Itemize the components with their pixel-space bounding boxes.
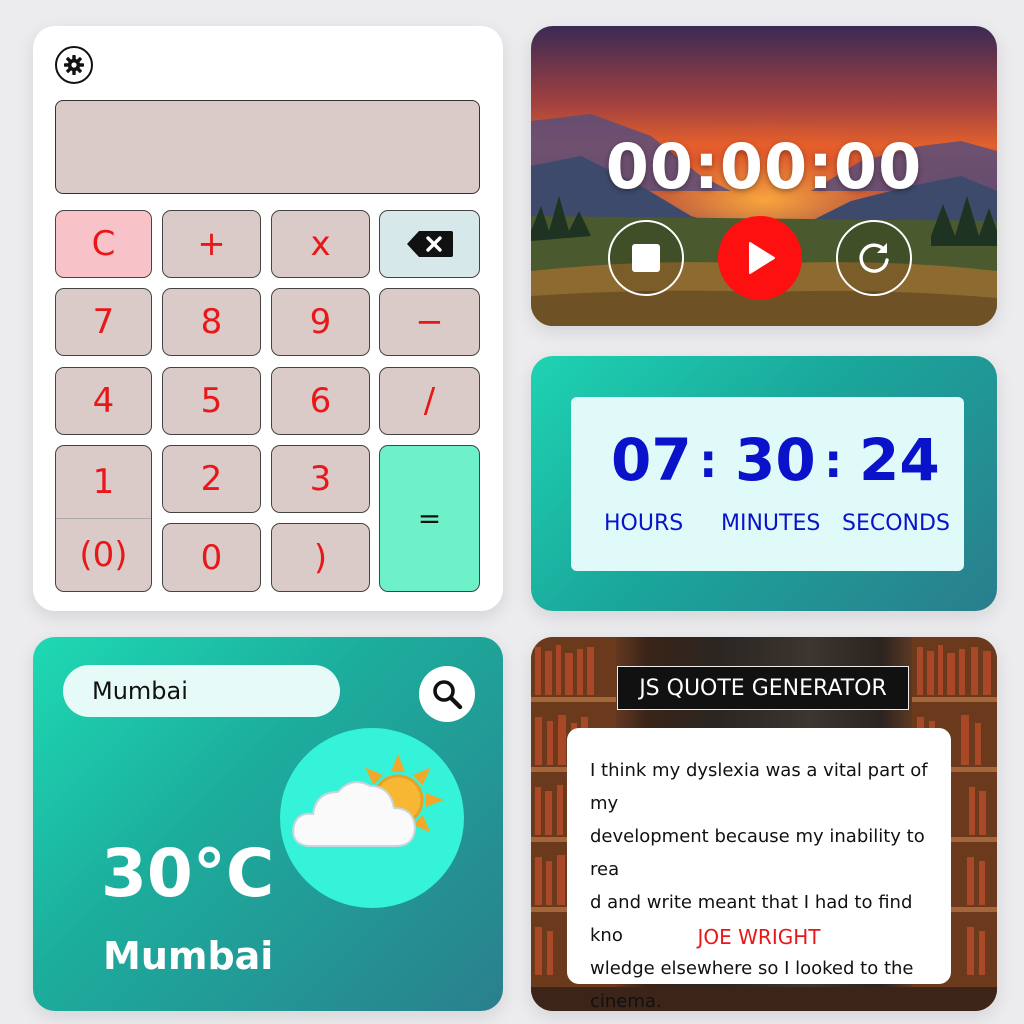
- multiply-key[interactable]: x: [271, 210, 370, 278]
- quote-line: development because my inability to rea: [590, 826, 925, 880]
- nine-key[interactable]: 9: [271, 288, 370, 356]
- calculator-display: [55, 100, 480, 194]
- stopwatch-card: 00:00:00: [531, 26, 997, 326]
- seconds-label: SECONDS: [842, 511, 950, 536]
- weather-card: Mumbai 30°C Mumbai: [33, 637, 503, 1011]
- four-key[interactable]: 4: [55, 367, 152, 435]
- quote-line: wledge elsewhere so I looked to the: [590, 958, 914, 979]
- play-icon: [749, 242, 775, 274]
- close-paren-key[interactable]: ): [271, 523, 370, 592]
- weather-icon-circle: [280, 728, 464, 908]
- temperature: 30°C: [101, 835, 275, 912]
- clear-key[interactable]: C: [55, 210, 152, 278]
- minutes-label: MINUTES: [721, 511, 821, 536]
- quote-box: I think my dyslexia was a vital part of …: [567, 728, 951, 1011]
- stop-icon: [632, 244, 660, 272]
- quote-generator-card: JS QUOTE GENERATOR I think my dyslexia w…: [531, 637, 997, 1011]
- calculator-card: C + x 7 8 9 − 4 5 6 / 1 (0) 2 3 = 0 ): [33, 26, 503, 611]
- one-paren-key[interactable]: 1 (0): [55, 445, 152, 592]
- hours-label: HOURS: [604, 511, 684, 536]
- three-key[interactable]: 3: [271, 445, 370, 513]
- quote-author: JOE WRIGHT: [697, 925, 821, 949]
- clock-separator: :: [699, 434, 718, 488]
- zero-key[interactable]: 0: [162, 523, 261, 592]
- clock-seconds: 24: [859, 426, 940, 494]
- reset-button[interactable]: [836, 220, 912, 296]
- clock-hours: 07: [611, 426, 692, 494]
- backspace-key[interactable]: [379, 210, 480, 278]
- quote-title: JS QUOTE GENERATOR: [617, 666, 909, 710]
- quote-text: I think my dyslexia was a vital part of …: [590, 754, 931, 1011]
- backspace-icon: [406, 231, 453, 257]
- reset-icon: [859, 243, 889, 273]
- play-button[interactable]: [718, 216, 802, 300]
- quote-line: cinema.: [590, 991, 662, 1011]
- open-paren-key-label[interactable]: (0): [56, 519, 151, 592]
- equals-key[interactable]: =: [379, 445, 480, 592]
- minus-key[interactable]: −: [379, 288, 480, 356]
- stopwatch-time: 00:00:00: [605, 130, 923, 203]
- quote-line: I think my dyslexia was a vital part of …: [590, 760, 928, 814]
- search-icon: [433, 680, 463, 710]
- plus-key[interactable]: +: [162, 210, 261, 278]
- seven-key[interactable]: 7: [55, 288, 152, 356]
- two-key[interactable]: 2: [162, 445, 261, 513]
- divide-key[interactable]: /: [379, 367, 480, 435]
- one-key-label[interactable]: 1: [56, 446, 151, 519]
- partly-cloudy-icon: [292, 754, 444, 847]
- gear-icon[interactable]: [55, 46, 93, 84]
- stop-button[interactable]: [608, 220, 684, 296]
- six-key[interactable]: 6: [271, 367, 370, 435]
- city-search-input[interactable]: Mumbai: [63, 665, 340, 717]
- clock-separator: :: [824, 434, 843, 488]
- search-button[interactable]: [419, 666, 475, 722]
- digital-clock-card: 07 : 30 : 24 HOURS MINUTES SECONDS: [531, 356, 997, 611]
- clock-minutes: 30: [735, 426, 816, 494]
- five-key[interactable]: 5: [162, 367, 261, 435]
- city-name: Mumbai: [103, 934, 274, 978]
- eight-key[interactable]: 8: [162, 288, 261, 356]
